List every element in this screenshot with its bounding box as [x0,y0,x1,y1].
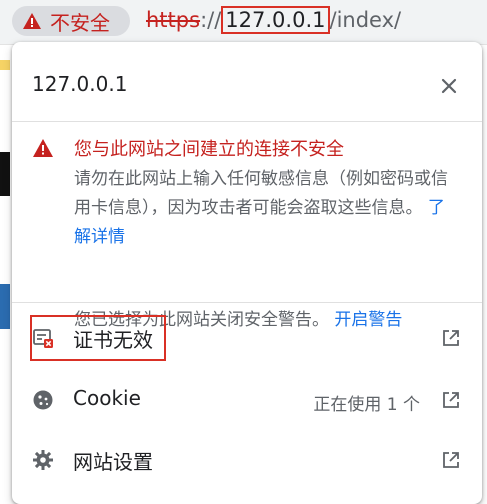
not-secure-label: 不安全 [50,10,110,35]
certificate-highlight-box [30,315,166,361]
url-path: /index/ [329,8,402,32]
divider-top [12,121,482,122]
site-info-popup: 127.0.0.1 您与此网站之间建立的连接不安全 请勿在此网站上输入任何敏感信… [12,42,482,504]
security-description-text: 请勿在此网站上输入任何敏感信息（例如密码或信用卡信息），因为攻击者可能会盗取这些… [74,169,448,218]
close-icon[interactable] [438,75,460,97]
site-settings-label: 网站设置 [73,450,153,474]
security-description: 请勿在此网站上输入任何敏感信息（例如密码或信用卡信息），因为攻击者可能会盗取这些… [74,165,459,252]
url-host: 127.0.0.1 [221,6,330,34]
background-blue-strip [0,284,10,329]
address-bar[interactable]: 不安全 https://127.0.0.1/index/ [0,0,487,45]
popup-title: 127.0.0.1 [32,72,128,96]
security-heading: 您与此网站之间建立的连接不安全 [74,139,344,160]
url-scheme: https [146,8,201,32]
url-separator: :// [200,8,222,32]
background-dark-strip [0,152,10,196]
divider-middle [12,302,482,303]
background-page-edge [0,44,12,504]
warning-icon [23,13,41,29]
cookie-count: 正在使用 1 个 [313,395,420,415]
site-settings-row[interactable]: 网站设置 [12,431,482,489]
cookie-label: Cookie [73,386,141,410]
cookie-row[interactable]: Cookie 正在使用 1 个 [12,371,482,429]
external-link-icon [443,452,459,468]
cookie-icon [33,390,53,410]
gear-icon [33,450,53,470]
external-link-icon [443,392,459,408]
background-yellow-strip [0,60,10,70]
url-text[interactable]: https://127.0.0.1/index/ [146,6,402,34]
warning-icon [33,139,53,157]
external-link-icon [443,330,459,346]
security-indicator-chip[interactable]: 不安全 [12,6,130,36]
